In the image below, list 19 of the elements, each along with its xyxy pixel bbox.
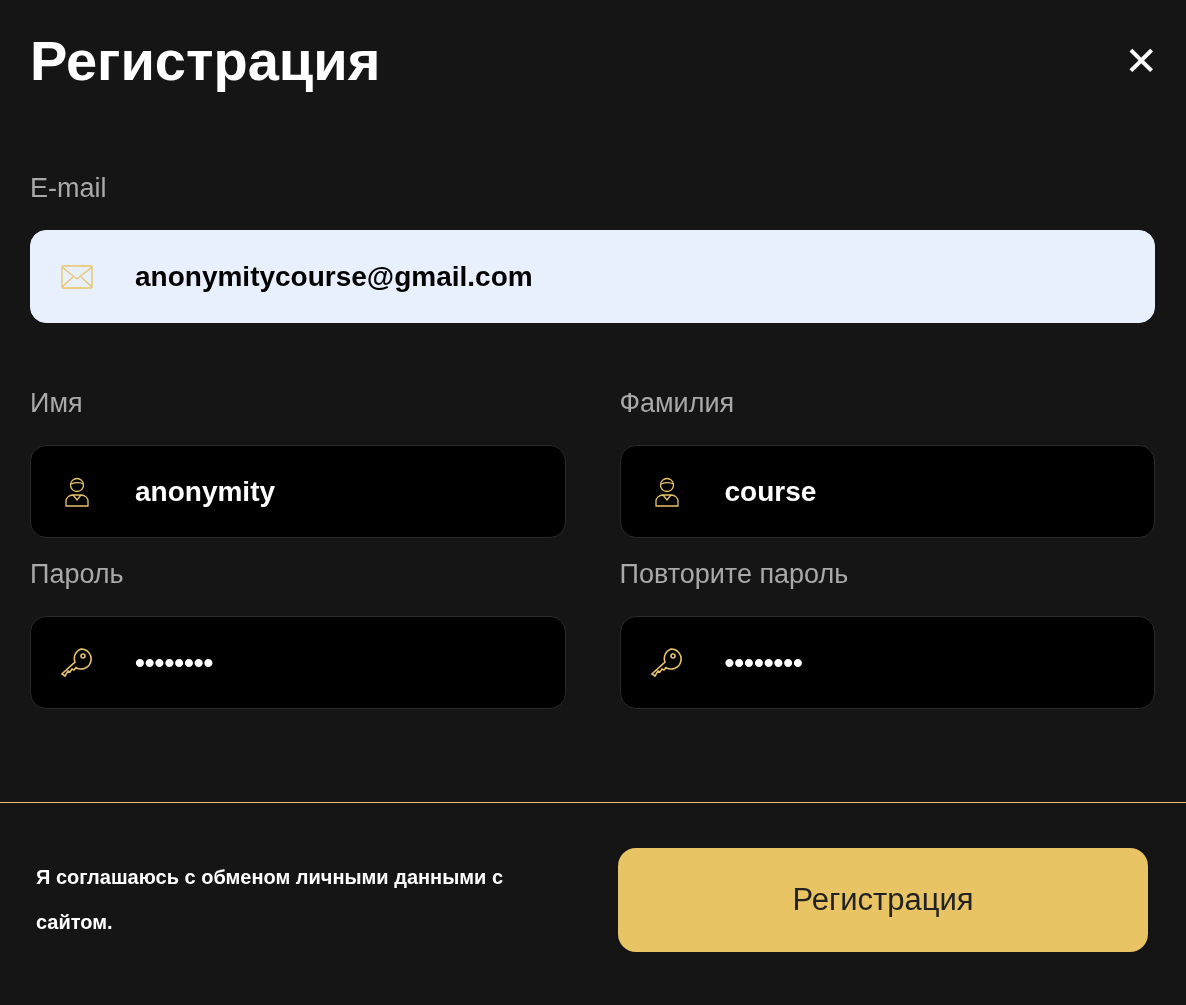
envelope-icon	[61, 264, 93, 289]
input-field[interactable]: anonymity	[30, 445, 566, 538]
consent-text: Я соглашаюсь с обменом личными данными с сайтом.	[36, 865, 505, 935]
page-title: Регистрация	[30, 28, 381, 94]
input-field[interactable]: anonymitycourse@gmail.com	[30, 230, 1155, 323]
input-field[interactable]: ••••••••	[619, 616, 1155, 709]
field-label: E-mail	[30, 172, 108, 204]
field-label: Имя	[30, 387, 84, 419]
person-icon	[65, 476, 89, 507]
field-label: Фамилия	[619, 387, 736, 419]
register-button[interactable]: Регистрация	[618, 848, 1148, 952]
field-label: Пароль	[30, 558, 125, 590]
input-field[interactable]: ••••••••	[30, 616, 566, 709]
key-icon	[650, 646, 683, 679]
input-field[interactable]: course	[619, 445, 1155, 538]
field-label: Повторите пароль	[619, 558, 850, 590]
key-icon	[61, 646, 93, 679]
person-icon	[654, 476, 679, 507]
close-button[interactable]: ✕	[1124, 41, 1158, 81]
